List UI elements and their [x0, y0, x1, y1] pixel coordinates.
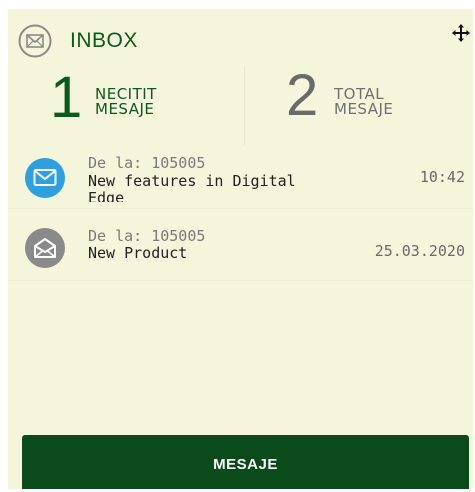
unread-label-line2: MESAJE — [95, 100, 155, 118]
message-subject: New features in Digital Edge — [88, 173, 296, 202]
widget-title: INBOX — [70, 29, 138, 52]
unread-stat[interactable]: 1 NECITIT MESAJE — [8, 65, 244, 145]
total-label-line2: MESAJE — [334, 100, 394, 118]
message-item[interactable]: De la: 105005 New features in Digital Ed… — [8, 150, 473, 209]
message-sender: De la: 105005 — [88, 154, 206, 172]
message-item[interactable]: De la: 105005 New Product 25.03.2020 — [8, 214, 473, 281]
unread-count: 1 — [50, 65, 83, 130]
inbox-stats: 1 NECITIT MESAJE 2 TOTAL MESAJE — [8, 65, 473, 145]
total-stat[interactable]: 2 TOTAL MESAJE — [244, 65, 473, 145]
total-label: TOTAL MESAJE — [334, 87, 393, 117]
inbox-widget: INBOX 1 NECITIT MESAJE 2 TOTAL MESAJE De… — [8, 9, 473, 489]
total-count: 2 — [286, 63, 319, 128]
messages-button[interactable]: MESAJE — [22, 435, 469, 489]
message-sender: De la: 105005 — [88, 227, 206, 245]
message-time: 10:42 — [419, 168, 465, 186]
envelope-circle-icon — [18, 24, 52, 58]
message-time: 25.03.2020 — [374, 242, 465, 260]
move-arrows-icon[interactable] — [451, 23, 471, 43]
widget-header: INBOX — [8, 9, 473, 69]
unread-label: NECITIT MESAJE — [95, 87, 157, 117]
envelope-open-icon — [25, 228, 65, 268]
envelope-closed-icon — [25, 158, 65, 198]
message-subject: New Product — [88, 245, 188, 262]
